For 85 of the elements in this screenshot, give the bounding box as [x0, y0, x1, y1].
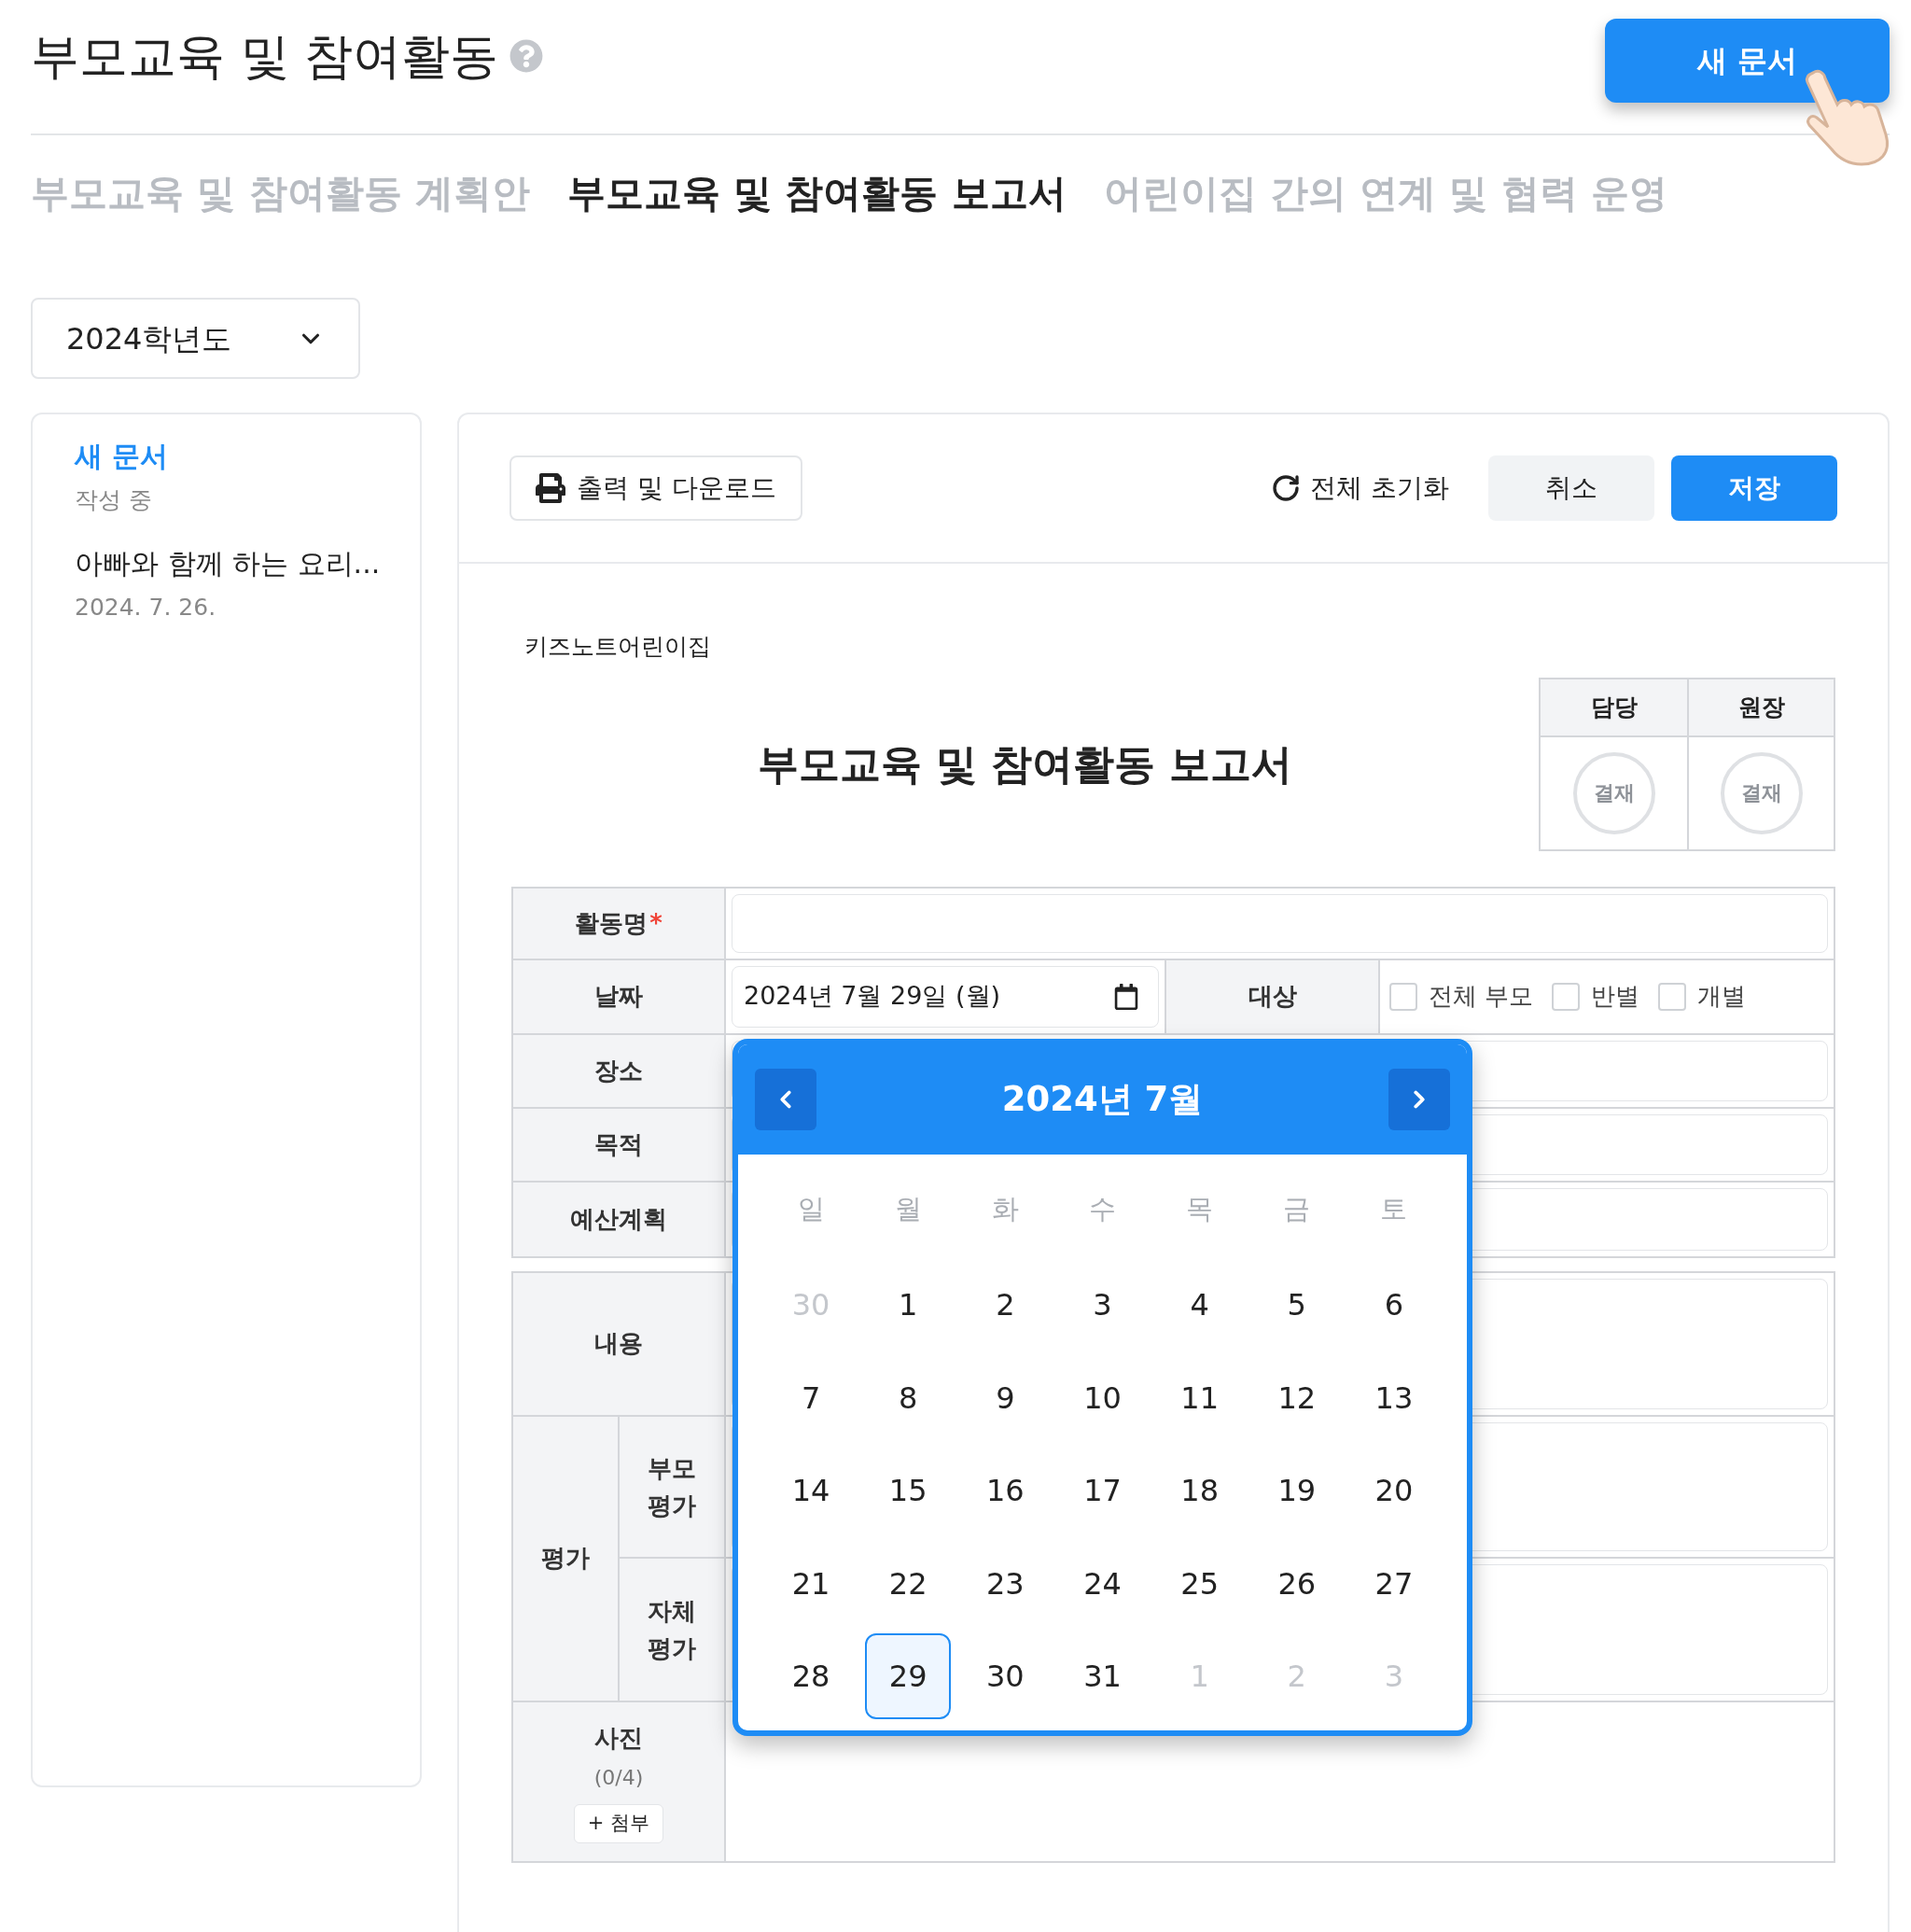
month-title: 2024년 7월: [1001, 1077, 1204, 1121]
calendar-day[interactable]: 2: [962, 1262, 1049, 1349]
calendar-day[interactable]: 29: [865, 1633, 952, 1720]
calendar-day[interactable]: 10: [1059, 1354, 1146, 1441]
checkbox-label: 개별: [1697, 981, 1747, 1012]
document-title: 새 문서: [75, 439, 170, 474]
calendar-day[interactable]: 28: [768, 1633, 855, 1720]
next-month-button[interactable]: [1388, 1068, 1450, 1130]
calendar-day[interactable]: 12: [1253, 1354, 1340, 1441]
calendar-day[interactable]: 31: [1059, 1633, 1146, 1720]
field-label: 내용: [594, 1328, 643, 1359]
help-icon[interactable]: [509, 39, 544, 73]
calendar-day[interactable]: 4: [1156, 1262, 1243, 1349]
field-label: 평가: [541, 1543, 590, 1574]
calendar-day[interactable]: 11: [1156, 1354, 1243, 1441]
page-title: 부모교육 및 참여활동: [31, 27, 499, 86]
calendar-day[interactable]: 14: [768, 1448, 855, 1534]
field-label: 예산계획: [570, 1203, 667, 1235]
calendar-day[interactable]: 3: [1059, 1262, 1146, 1349]
calendar-day[interactable]: 1: [865, 1262, 952, 1349]
field-label: 부모 평가: [647, 1452, 697, 1521]
approval-role: 원장: [1737, 692, 1785, 722]
calendar-day[interactable]: 17: [1059, 1448, 1146, 1534]
attach-button[interactable]: + 첨부: [573, 1803, 664, 1843]
report-title: 부모교육 및 참여활동 보고서: [757, 738, 1293, 790]
document-list-item[interactable]: 새 문서 작성 중: [75, 435, 378, 518]
weekday-label: 수: [1089, 1191, 1116, 1226]
calendar-day[interactable]: 20: [1350, 1448, 1437, 1534]
checkbox[interactable]: [1552, 982, 1581, 1011]
required-mark: *: [649, 907, 663, 939]
calendar-day[interactable]: 9: [962, 1354, 1049, 1441]
weekday-label: 금: [1283, 1191, 1311, 1226]
document-title: 아빠와 함께 하는 요리...: [75, 545, 378, 581]
photo-count: (0/4): [593, 1764, 644, 1791]
calendar-day[interactable]: 8: [865, 1354, 952, 1441]
field-label: 날짜: [594, 981, 643, 1012]
document-list-item[interactable]: 아빠와 함께 하는 요리... 2024. 7. 26.: [75, 541, 378, 624]
field-label: 사진: [594, 1722, 643, 1754]
previous-month-button[interactable]: [755, 1068, 816, 1130]
calendar-day[interactable]: 13: [1350, 1354, 1437, 1441]
field-label: 장소: [594, 1055, 643, 1086]
approval-role: 담당: [1590, 692, 1638, 722]
calendar-day[interactable]: 26: [1253, 1540, 1340, 1627]
field-label: 대상: [1248, 981, 1297, 1012]
reset-icon: [1271, 473, 1302, 503]
calendar-day[interactable]: 15: [865, 1448, 952, 1534]
document-date: 작성 중: [75, 485, 153, 515]
weekday-label: 일: [797, 1191, 825, 1226]
calendar-icon: [1113, 983, 1139, 1010]
field-label: 목적: [594, 1128, 643, 1160]
date-field[interactable]: 2024년 7월 29일 (월): [732, 965, 1159, 1028]
calendar-day[interactable]: 16: [962, 1448, 1049, 1534]
approval-stamp: 결재: [1720, 751, 1803, 834]
calendar-day[interactable]: 7: [768, 1354, 855, 1441]
approval-stamp: 결재: [1572, 751, 1655, 834]
calendar-day[interactable]: 19: [1253, 1448, 1340, 1534]
cancel-button[interactable]: 취소: [1488, 455, 1654, 521]
weekday-label: 토: [1380, 1191, 1408, 1226]
year-select[interactable]: 2024학년도: [31, 298, 360, 379]
weekday-label: 목: [1186, 1191, 1214, 1226]
calendar-day[interactable]: 5: [1253, 1262, 1340, 1349]
calendar-day[interactable]: 24: [1059, 1540, 1146, 1627]
field-label: 활동명: [575, 907, 649, 939]
print-download-button[interactable]: 출력 및 다운로드: [509, 455, 802, 521]
calendar-day[interactable]: 22: [865, 1540, 952, 1627]
calendar-day[interactable]: 27: [1350, 1540, 1437, 1627]
printer-icon: [536, 473, 565, 503]
weekday-label: 월: [894, 1191, 922, 1226]
checkbox-label: 전체 부모: [1429, 981, 1534, 1012]
checkbox-label: 반별: [1591, 981, 1640, 1012]
checkbox[interactable]: [1389, 982, 1417, 1011]
calendar-day[interactable]: 18: [1156, 1448, 1243, 1534]
weekday-label: 화: [991, 1191, 1019, 1226]
calendar-day[interactable]: 30: [962, 1633, 1049, 1720]
calendar-day[interactable]: 23: [962, 1540, 1049, 1627]
organization-name: 키즈노트어린이집: [524, 633, 711, 660]
calendar-day[interactable]: 21: [768, 1540, 855, 1627]
checkbox[interactable]: [1658, 982, 1687, 1011]
field-label: 자체 평가: [647, 1595, 697, 1664]
calendar-day[interactable]: 25: [1156, 1540, 1243, 1627]
calendar-day[interactable]: 6: [1350, 1262, 1437, 1349]
document-date: 2024. 7. 26.: [75, 592, 217, 623]
text-field[interactable]: [732, 893, 1828, 953]
tab[interactable]: 부모교육 및 참여활동 보고서: [566, 167, 1067, 219]
reset-all-button[interactable]: 전체 초기화: [1271, 469, 1449, 508]
